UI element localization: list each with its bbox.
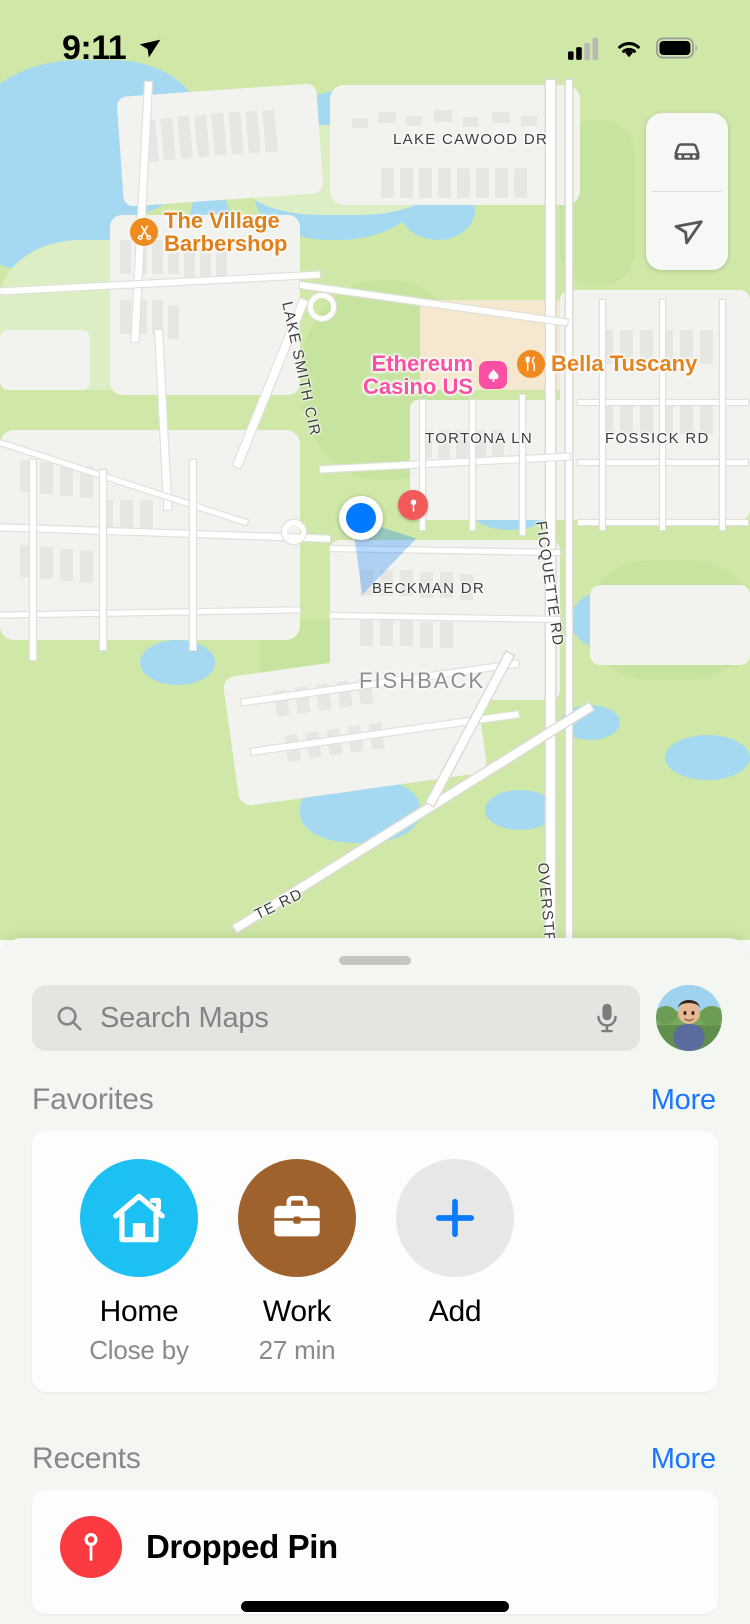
favorite-work[interactable]: Work 27 min	[218, 1159, 376, 1366]
sheet-grabber-handle[interactable]	[339, 956, 411, 965]
location-arrow-icon	[139, 39, 161, 58]
cellular-signal-icon	[568, 37, 599, 60]
road	[720, 300, 725, 530]
red-map-pin[interactable]	[398, 490, 428, 520]
recents-header: Recents More	[0, 1392, 750, 1490]
recent-label: Dropped Pin	[146, 1528, 338, 1565]
car-icon	[674, 143, 700, 160]
casino-spade-icon	[479, 361, 508, 390]
roundabout	[308, 293, 336, 321]
favorite-subtitle: 27 min	[258, 1335, 336, 1365]
bottom-sheet[interactable]: Search Maps Favorites More Home Close by…	[0, 938, 750, 1624]
maps-app-screen: LAKE CAWOOD DR LAKE SMITH CIR TORTONA LN…	[0, 0, 750, 1624]
poi-ethereum-casino-us[interactable]: Ethereum Casino US	[363, 351, 508, 400]
house-icon	[80, 1159, 198, 1277]
favorite-label: Home	[99, 1295, 179, 1328]
poi-label: Ethereum Casino US	[363, 351, 474, 400]
road	[520, 395, 525, 535]
home-indicator	[241, 1601, 509, 1612]
drive-mode-button[interactable]	[646, 113, 728, 191]
favorites-header: Favorites More	[0, 1051, 750, 1131]
status-bar-left: 9:11	[62, 29, 163, 68]
road	[546, 80, 555, 940]
road	[470, 400, 475, 530]
locate-me-button[interactable]	[646, 192, 728, 270]
battery-icon	[656, 37, 698, 59]
poi-label: The Village Barbershop	[164, 208, 288, 257]
water-body	[485, 790, 555, 830]
urban-block	[590, 585, 750, 665]
road	[600, 300, 605, 530]
microphone-icon[interactable]	[594, 1002, 620, 1034]
status-bar-right	[568, 36, 698, 60]
favorite-subtitle: Close by	[89, 1335, 189, 1365]
urban-block	[330, 85, 580, 205]
restaurant-fork-knife-icon	[517, 350, 545, 378]
roundabout	[282, 520, 306, 544]
user-avatar	[656, 985, 722, 1051]
favorites-more-button[interactable]: More	[651, 1084, 716, 1117]
navigation-arrow-icon	[674, 220, 703, 245]
poi-bella-tuscany[interactable]: Bella Tuscany	[517, 350, 697, 378]
favorites-card: Home Close by Work 27 min Add	[32, 1131, 718, 1392]
blue-location-dot[interactable]	[339, 496, 383, 540]
favorite-home[interactable]: Home Close by	[60, 1159, 218, 1366]
road	[566, 80, 572, 940]
recents-title: Recents	[32, 1442, 141, 1475]
recents-card: Dropped Pin	[32, 1490, 718, 1614]
briefcase-icon	[238, 1159, 356, 1277]
search-icon	[57, 1006, 82, 1031]
map-pin-icon	[60, 1516, 122, 1578]
road	[190, 460, 196, 650]
map-controls	[646, 113, 728, 270]
road	[660, 300, 665, 530]
search-row: Search Maps	[0, 965, 750, 1051]
status-bar: 9:11	[0, 0, 750, 96]
wifi-icon	[618, 42, 640, 58]
scissors-icon	[130, 218, 158, 247]
map-canvas[interactable]: LAKE CAWOOD DR LAKE SMITH CIR TORTONA LN…	[0, 0, 750, 940]
recents-more-button[interactable]: More	[651, 1443, 716, 1476]
favorite-add[interactable]: Add	[376, 1159, 534, 1366]
neighborhood-label: FISHBACK	[359, 668, 486, 693]
clock-time: 9:11	[62, 28, 127, 67]
road	[30, 460, 36, 660]
water-body	[665, 735, 750, 780]
search-placeholder: Search Maps	[100, 1001, 269, 1034]
favorite-label: Add	[428, 1295, 482, 1328]
avatar[interactable]	[656, 985, 722, 1051]
poi-the-village-barbershop[interactable]: The Village Barbershop	[130, 209, 287, 255]
favorites-title: Favorites	[32, 1083, 154, 1116]
search-input[interactable]: Search Maps	[32, 985, 640, 1051]
road	[100, 470, 106, 650]
plus-icon	[396, 1159, 514, 1277]
water-body	[140, 640, 215, 685]
urban-block	[0, 330, 90, 390]
list-item[interactable]: Dropped Pin	[32, 1490, 718, 1578]
poi-label: Bella Tuscany	[551, 351, 698, 377]
favorite-label: Work	[262, 1295, 332, 1328]
